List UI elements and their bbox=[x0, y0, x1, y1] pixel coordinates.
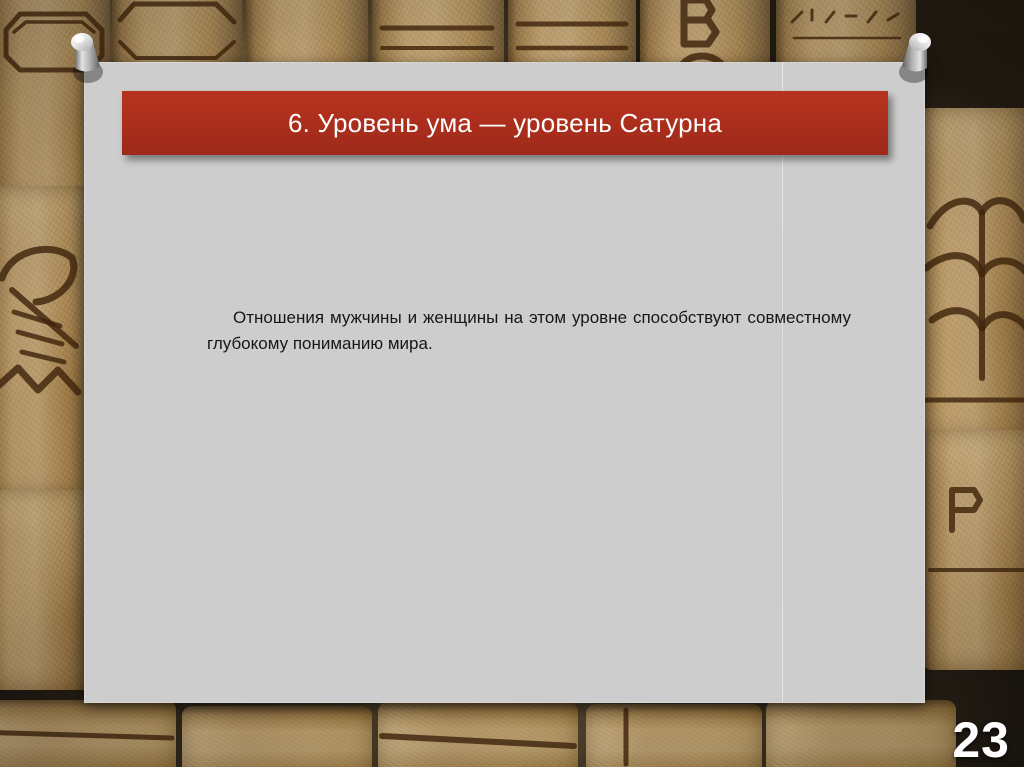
slide-body-block: Отношения мужчины и женщины на этом уров… bbox=[207, 305, 851, 357]
pushpin-left-icon bbox=[62, 28, 108, 88]
slide-title: 6. Уровень ума — уровень Сатурна bbox=[287, 108, 723, 138]
slide-content-panel: 6. Уровень ума — уровень Сатурна Отношен… bbox=[84, 62, 925, 703]
slide-title-bar: 6. Уровень ума — уровень Сатурна bbox=[122, 91, 888, 155]
slide-number: 23 bbox=[952, 712, 1010, 767]
slide-body-text: Отношения мужчины и женщины на этом уров… bbox=[207, 308, 851, 353]
pushpin-right-icon bbox=[894, 28, 940, 88]
panel-crease-line bbox=[782, 62, 783, 703]
presentation-slide: 6. Уровень ума — уровень Сатурна Отношен… bbox=[0, 0, 1024, 767]
